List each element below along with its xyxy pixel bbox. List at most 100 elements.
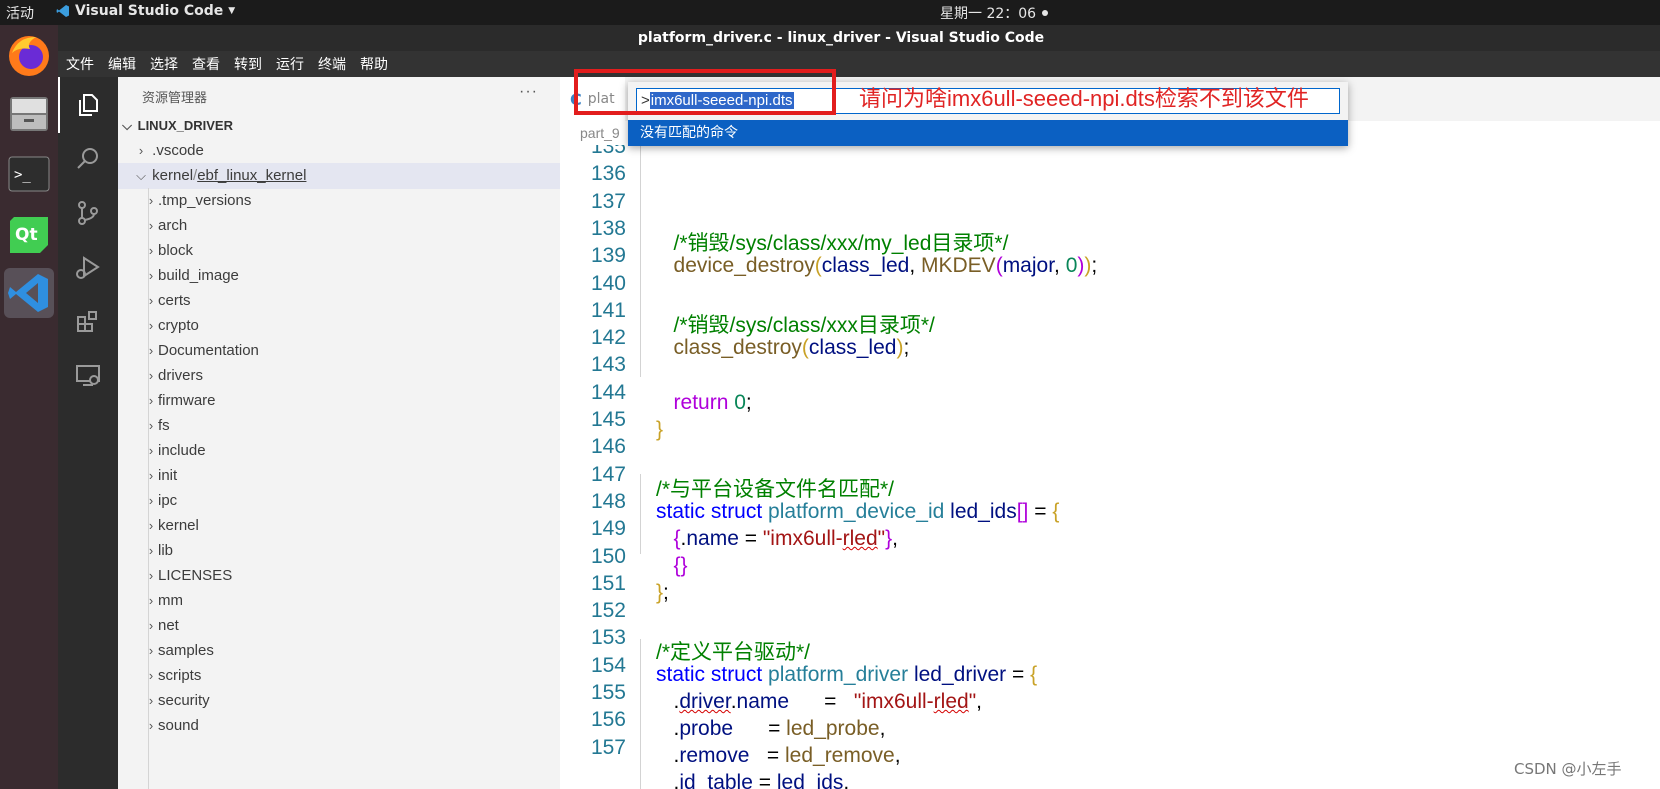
tree-item-label: Documentation [158, 342, 259, 359]
tree-item-folder[interactable]: › crypto [118, 313, 560, 339]
chevron-right-icon: › [148, 618, 154, 633]
chevron-right-icon: › [138, 143, 144, 158]
line-number: 157 [590, 735, 626, 759]
tree-item-folder[interactable]: › sound [118, 713, 560, 739]
code-line: class_destroy(class_led); [673, 336, 910, 359]
menu-help[interactable]: 帮助 [360, 54, 388, 74]
tree-item-folder[interactable]: › init [118, 463, 560, 489]
tree-item-folder[interactable]: › security [118, 688, 560, 714]
line-number: 138 [590, 216, 626, 240]
tree-item-folder[interactable]: › .tmp_versions [118, 188, 560, 214]
tree-item-label: .vscode [152, 142, 204, 159]
tree-item-folder[interactable]: › arch [118, 213, 560, 239]
menu-run[interactable]: 运行 [276, 54, 304, 74]
chevron-right-icon: › [148, 518, 154, 533]
chevron-right-icon: › [148, 668, 154, 683]
code-line: static struct platform_driver led_driver… [656, 663, 1038, 686]
tree-item-folder[interactable]: › Documentation [118, 338, 560, 364]
remote-explorer-icon[interactable] [58, 347, 118, 403]
search-icon[interactable] [58, 131, 118, 187]
code-view[interactable]: 135 136 137 138 139 140 141 142 143 144 145 146 147 1… [560, 145, 1660, 789]
extensions-icon[interactable] [58, 293, 118, 349]
chevron-right-icon: › [148, 493, 154, 508]
chevron-right-icon: › [148, 268, 154, 283]
line-number: 142 [590, 326, 626, 350]
menu-edit[interactable]: 编辑 [108, 54, 136, 74]
tree-item-label: kernel [152, 167, 194, 184]
tree-item-folder[interactable]: › net [118, 613, 560, 639]
tree-item-label: firmware [158, 392, 216, 409]
clock[interactable]: 星期一 22：06 [940, 3, 1049, 23]
tree-item-folder[interactable]: › block [118, 238, 560, 264]
more-actions-icon[interactable]: ··· [519, 83, 538, 101]
app-menu[interactable]: Visual Studio Code ▼ [56, 3, 235, 19]
firefox-icon[interactable] [4, 31, 54, 81]
line-number: 137 [590, 189, 626, 213]
chevron-right-icon: › [148, 418, 154, 433]
tree-item-label: sound [158, 717, 199, 734]
line-number: 135 [590, 145, 626, 158]
tree-item-kernel[interactable]: ⌵ kernel/ebf_linux_kernel [118, 163, 560, 189]
terminal-icon[interactable]: >_ [4, 149, 54, 199]
line-number: 148 [590, 489, 626, 513]
tree-item-folder[interactable]: › scripts [118, 663, 560, 689]
app-menu-label: Visual Studio Code [75, 3, 224, 19]
tree-item-folder[interactable]: › include [118, 438, 560, 464]
workspace-root-label: LINUX_DRIVER [137, 118, 233, 133]
qt-creator-icon[interactable]: Qt [4, 209, 54, 259]
tree-item-vscode[interactable]: › .vscode [118, 138, 560, 164]
chevron-right-icon: › [148, 293, 154, 308]
tree-item-folder[interactable]: › samples [118, 638, 560, 664]
tree-item-folder[interactable]: › drivers [118, 363, 560, 389]
chevron-right-icon: › [148, 243, 154, 258]
chevron-right-icon: › [148, 718, 154, 733]
highlight-box [574, 69, 836, 115]
vscode-dock-icon[interactable] [4, 268, 54, 318]
tree-item-folder[interactable]: › kernel [118, 513, 560, 539]
dock: >_ Qt [0, 25, 58, 789]
chevron-down-icon: ▼ [228, 6, 236, 16]
watermark: CSDN @小左手 [1514, 760, 1622, 778]
workspace-root[interactable]: ⌵ LINUX_DRIVER [118, 113, 560, 139]
chevron-right-icon: › [148, 693, 154, 708]
explorer-icon[interactable] [58, 77, 118, 133]
chevron-right-icon: › [148, 543, 154, 558]
tree-item-folder[interactable]: › build_image [118, 263, 560, 289]
tree-item-label: fs [158, 417, 170, 434]
line-number: 151 [590, 571, 626, 595]
line-number: 156 [590, 708, 626, 732]
menu-selection[interactable]: 选择 [150, 54, 178, 74]
tree-item-folder[interactable]: › fs [118, 413, 560, 439]
tree-item-folder[interactable]: › LICENSES [118, 563, 560, 589]
palette-result-item[interactable]: 没有匹配的命令 [628, 120, 1348, 146]
line-number: 143 [590, 353, 626, 377]
menu-file[interactable]: 文件 [66, 54, 94, 74]
tree-item-folder[interactable]: › firmware [118, 388, 560, 414]
line-number: 145 [590, 408, 626, 431]
chevron-down-icon: ⌵ [136, 168, 146, 183]
tree-item-folder[interactable]: › ipc [118, 488, 560, 514]
tree-item-folder[interactable]: › mm [118, 588, 560, 614]
line-number: 136 [590, 162, 626, 186]
source-control-icon[interactable] [58, 185, 118, 241]
menu-view[interactable]: 查看 [192, 54, 220, 74]
tree-item-folder[interactable]: › lib [118, 538, 560, 564]
window-title-bar: platform_driver.c - linux_driver - Visua… [58, 25, 1660, 51]
menu-terminal[interactable]: 终端 [318, 54, 346, 74]
editor-area: C plat part_9 135 136 137 138 139 140 141 142 14… [560, 77, 1660, 789]
tree-item-label: mm [158, 592, 183, 609]
code-line: .remove = led_remove, [656, 744, 901, 767]
code-line: .driver.name = "imx6ull-rled", [656, 690, 983, 713]
menu-go[interactable]: 转到 [234, 54, 262, 74]
code-line: /*销毁/sys/class/xxx/my_led目录项*/ [673, 232, 1009, 255]
window-title: platform_driver.c - linux_driver - Visua… [637, 30, 1045, 46]
tree-item-label: init [158, 467, 178, 484]
menu-bar: 文件 编辑 选择 查看 转到 运行 终端 帮助 [58, 51, 1660, 77]
activities-button[interactable]: 活动 [6, 3, 34, 23]
run-debug-icon[interactable] [58, 239, 118, 295]
code-line: .probe = led_probe, [656, 717, 886, 740]
files-icon[interactable] [4, 89, 54, 139]
code-line: .id_table = led_ids, [656, 771, 850, 789]
tree-item-folder[interactable]: › certs [118, 288, 560, 314]
chevron-right-icon: › [148, 218, 154, 233]
